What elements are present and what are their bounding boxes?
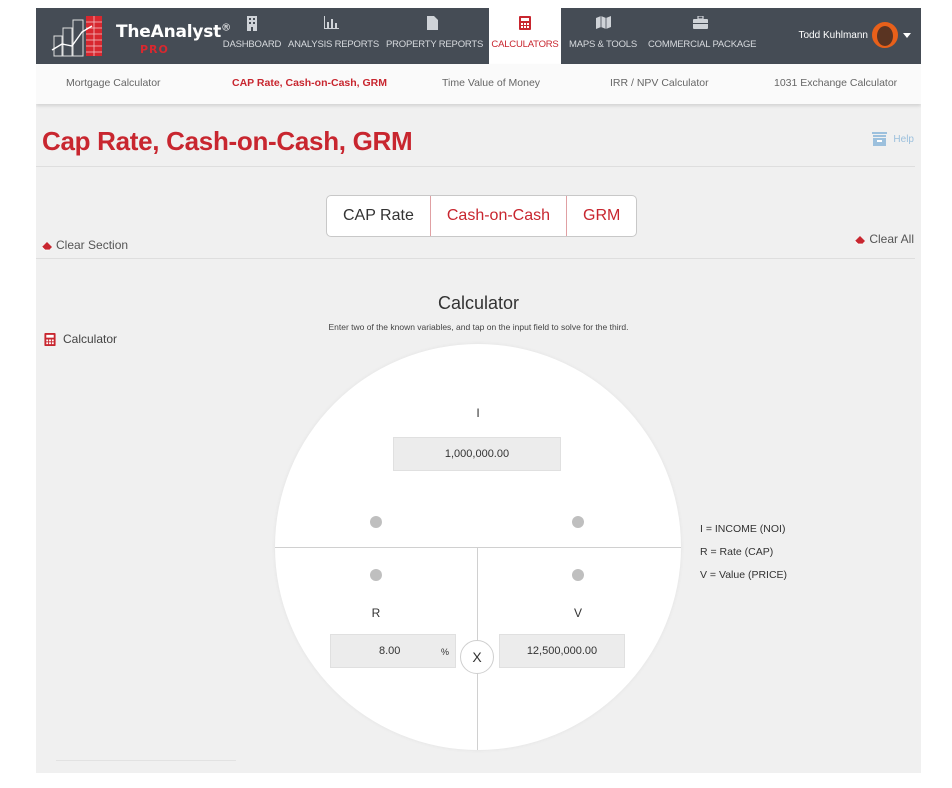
tab-grm[interactable]: GRM [566, 196, 636, 236]
subnav-mortgage-calculator[interactable]: Mortgage Calculator [66, 77, 161, 89]
side-calculator-link[interactable]: Calculator [44, 332, 117, 346]
side-calculator-label: Calculator [63, 332, 118, 346]
help-icon [872, 132, 888, 146]
nav-label: CALCULATORS [491, 39, 559, 50]
help-button[interactable]: Help [872, 132, 914, 146]
nav-label: DASHBOARD [222, 39, 282, 50]
nav-dashboard[interactable]: DASHBOARD [222, 8, 282, 64]
subnav-time-value-of-money[interactable]: Time Value of Money [442, 77, 540, 89]
percent-unit: % [441, 647, 450, 657]
divider [36, 166, 915, 167]
map-icon [595, 16, 611, 29]
income-input[interactable]: 1,000,000.00 [393, 437, 561, 471]
value-input[interactable]: 12,500,000.00 [499, 634, 625, 668]
nav-analysis-reports[interactable]: ANALYSIS REPORTS [288, 8, 379, 64]
rate-input[interactable]: 8.00 [330, 634, 456, 668]
value-label: V [573, 606, 582, 620]
bar-chart-icon [323, 16, 339, 29]
clear-section-label: Clear Section [56, 238, 129, 252]
divider [56, 760, 236, 761]
eraser-icon [41, 241, 52, 250]
avatar [872, 22, 898, 48]
chevron-down-icon [903, 32, 911, 38]
status-dot [370, 569, 382, 581]
legend-value: V = Value (PRICE) [700, 569, 788, 581]
calculator-subnav: Mortgage Calculator CAP Rate, Cash-on-Ca… [36, 64, 921, 104]
subnav-cap-rate[interactable]: CAP Rate, Cash-on-Cash, GRM [232, 77, 387, 89]
help-label: Help [893, 133, 914, 145]
nav-label: COMMERCIAL PACKAGE [648, 39, 757, 50]
briefcase-icon [692, 16, 708, 29]
app-frame: TheAnalyst® PRO DASHBOARD ANALYSIS REPOR… [36, 8, 921, 773]
clear-all-label: Clear All [869, 232, 914, 246]
tab-cap-rate[interactable]: CAP Rate [327, 196, 430, 236]
calculator-circle: I 1,000,000.00 R V 8.00 % X 12,500,000.0… [275, 344, 681, 750]
page-title: Cap Rate, Cash-on-Cash, GRM [42, 126, 413, 156]
eraser-icon [855, 235, 866, 244]
divider [36, 258, 915, 259]
top-nav: TheAnalyst® PRO DASHBOARD ANALYSIS REPOR… [36, 8, 921, 64]
calculator-icon [44, 332, 56, 346]
nav-property-reports[interactable]: PROPERTY REPORTS [386, 8, 484, 64]
clear-all-button[interactable]: Clear All [854, 232, 914, 246]
calculator-instructions: Enter two of the known variables, and ta… [328, 322, 629, 332]
brand-name: TheAnalyst® [116, 22, 231, 42]
income-label: I [476, 406, 480, 420]
nav-maps-tools[interactable]: MAPS & TOOLS [568, 8, 638, 64]
nav-label: ANALYSIS REPORTS [288, 39, 379, 50]
calculator-icon [519, 16, 531, 30]
variable-legend: I = INCOME (NOI) R = Rate (CAP) V = Valu… [700, 518, 787, 587]
status-dot [572, 569, 584, 581]
divider-horizontal [275, 547, 681, 548]
user-name: Todd Kuhlmann [798, 29, 869, 41]
clear-section-button[interactable]: Clear Section [41, 238, 128, 252]
building-icon [247, 16, 257, 31]
calculator-title: Calculator [437, 293, 520, 313]
calculator-tabs: CAP Rate Cash-on-Cash GRM [326, 195, 638, 237]
tab-cash-on-cash[interactable]: Cash-on-Cash [429, 196, 566, 236]
legend-rate: R = Rate (CAP) [700, 546, 774, 558]
status-dot [572, 516, 584, 528]
brand-buildings-icon [51, 16, 102, 57]
document-icon [426, 16, 438, 30]
subnav-irr-npv-calculator[interactable]: IRR / NPV Calculator [610, 77, 709, 89]
brand-tier: PRO [140, 43, 169, 56]
brand-logo[interactable]: TheAnalyst® PRO [50, 13, 231, 59]
user-menu[interactable]: Todd Kuhlmann [798, 20, 911, 50]
multiply-button[interactable]: X [460, 640, 494, 674]
rate-label: R [371, 606, 381, 620]
nav-commercial-package[interactable]: COMMERCIAL PACKAGE [648, 8, 757, 64]
rate-value: 8.00 [379, 645, 401, 657]
nav-label: PROPERTY REPORTS [386, 39, 484, 50]
nav-label: MAPS & TOOLS [569, 39, 637, 50]
status-dot [370, 516, 382, 528]
nav-calculators[interactable]: CALCULATORS [489, 8, 561, 64]
legend-income: I = INCOME (NOI) [700, 523, 786, 535]
subnav-1031-exchange-calculator[interactable]: 1031 Exchange Calculator [774, 77, 897, 89]
